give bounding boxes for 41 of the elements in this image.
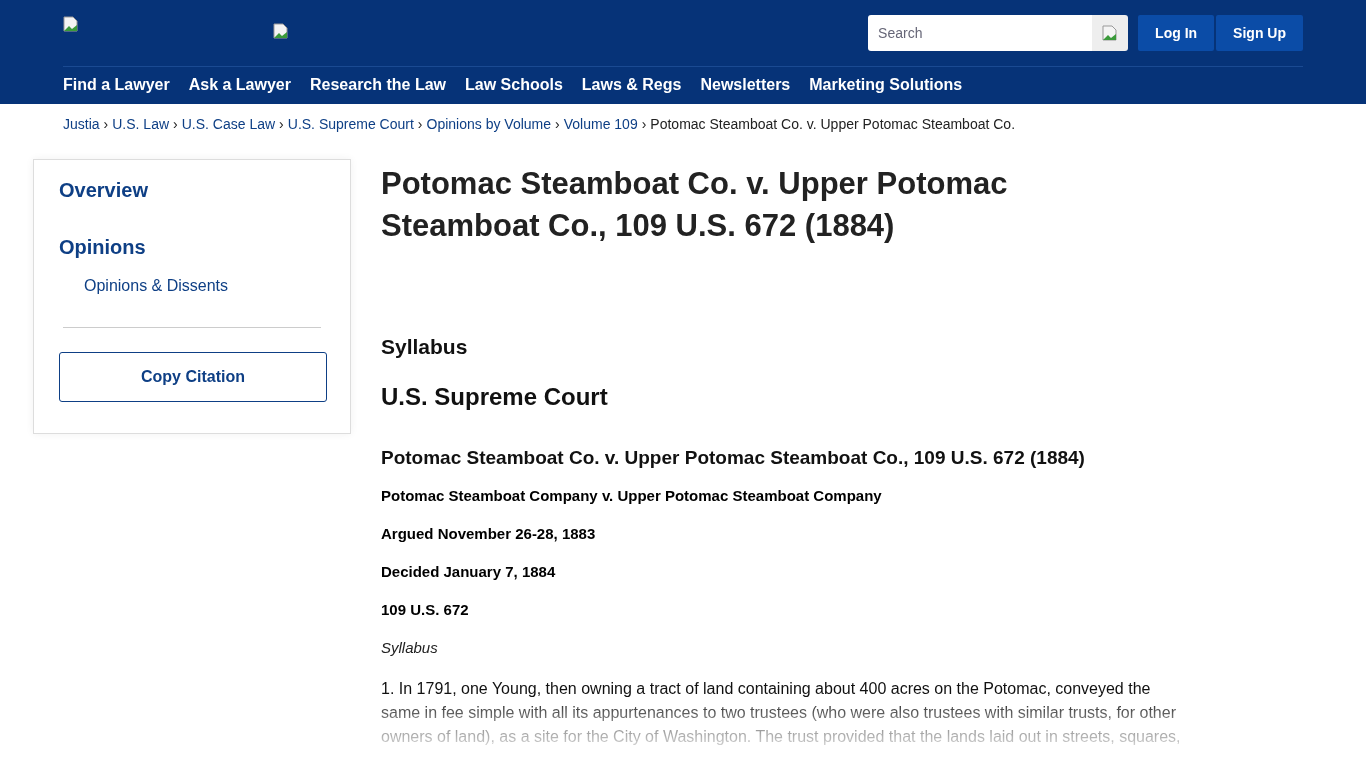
sidebar-link[interactable]: Overview <box>59 179 325 202</box>
breadcrumb-separator: › <box>279 116 284 132</box>
breadcrumb-separator: › <box>173 116 178 132</box>
breadcrumb-separator: › <box>641 116 647 132</box>
breadcrumb-separator: › <box>555 116 560 132</box>
section-heading: Syllabus <box>381 335 469 359</box>
breadcrumb-link[interactable]: U.S. Case Law <box>181 116 276 132</box>
signup-button[interactable]: Sign Up <box>1216 15 1303 51</box>
sidebar-link[interactable]: Opinions <box>59 236 325 259</box>
breadcrumb-link[interactable]: Opinions by Volume <box>426 116 552 132</box>
case-heading: Potomac Steamboat Co. v. Upper Potomac Steamboat Co., 109 U.S. 672 (1884) <box>381 447 1086 469</box>
nav-link[interactable]: Research the Law <box>310 76 447 94</box>
case-detail: Decided January 7, 1884 <box>381 563 557 580</box>
syllabus-label: Syllabus <box>381 639 439 656</box>
syllabus-paragraph: 1. In 1791, one Young, then owning a tract of land containing about 400 acres on the Potomac, conveyed the same in fee simple with all its appurtenances to two trustees (who were also trustees with similar trusts, for other owners of land), as a site for the City of Washington. The trust provided that the lands laid out in streets, squares, <box>381 679 1181 747</box>
nav-link[interactable]: Marketing Solutions <box>809 76 963 94</box>
nav-link[interactable]: Find a Lawyer <box>63 76 170 94</box>
copy-citation-button[interactable]: Copy Citation <box>59 352 327 402</box>
login-button[interactable]: Log In <box>1138 15 1215 51</box>
breadcrumb-separator: › <box>417 116 423 132</box>
broken-image-icon <box>63 16 79 32</box>
page-title: Potomac Steamboat Co. v. Upper Potomac Steamboat Co., 109 U.S. 672 (1884) <box>381 165 1009 245</box>
breadcrumb-link[interactable]: Volume 109 <box>563 116 638 132</box>
nav-link[interactable]: Laws & Regs <box>581 76 682 94</box>
breadcrumb-link[interactable]: U.S. Supreme Court <box>287 116 414 132</box>
broken-image-icon <box>273 23 289 39</box>
case-detail: 109 U.S. 672 <box>381 601 470 618</box>
broken-image-icon <box>1102 25 1119 41</box>
breadcrumb-current: Potomac Steamboat Co. v. Upper Potomac Steamboat Co. <box>650 116 1016 132</box>
search-button[interactable] <box>1092 15 1129 51</box>
case-detail: Potomac Steamboat Company v. Upper Potomac Steamboat Company <box>381 487 883 504</box>
breadcrumb-separator: › <box>103 116 109 132</box>
case-detail: Argued November 26-28, 1883 <box>381 525 597 542</box>
nav-link[interactable]: Law Schools <box>465 76 563 94</box>
nav-link[interactable]: Ask a Lawyer <box>188 76 291 94</box>
court-heading: U.S. Supreme Court <box>381 383 609 411</box>
sidebar-sublink[interactable]: Opinions & Dissents <box>84 277 325 295</box>
breadcrumb-link[interactable]: U.S. Law <box>112 116 170 132</box>
search-field[interactable]: Search <box>868 15 1093 51</box>
breadcrumb-link[interactable]: Justia <box>63 116 100 132</box>
nav-link[interactable]: Newsletters <box>700 76 791 94</box>
